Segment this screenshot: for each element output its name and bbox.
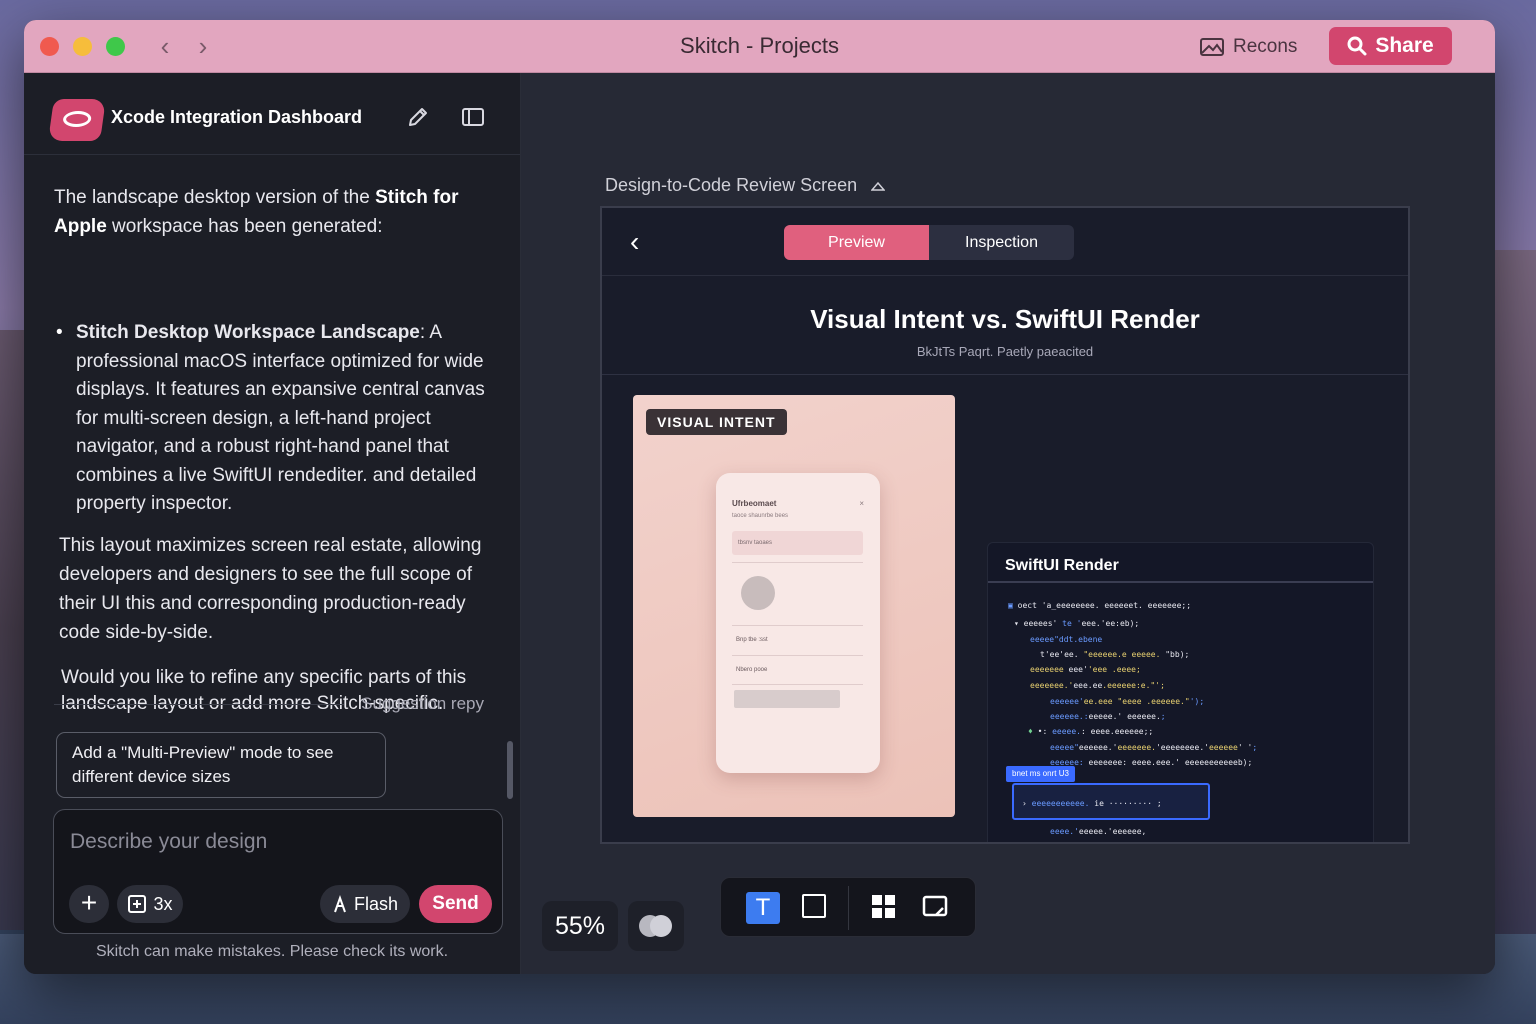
- app-window: ‹ › Skitch - Projects Recons Share Xcode…: [24, 20, 1495, 974]
- swiftui-render-panel[interactable]: SwiftUI Render ▣ oect 'a_eeeeeeee. eeeee…: [987, 542, 1374, 842]
- screen-frame[interactable]: ‹ Preview Inspection Visual Intent vs. S…: [600, 206, 1410, 844]
- project-title: Xcode Integration Dashboard: [111, 107, 363, 127]
- suggestion-divider: Suggestion repy: [54, 689, 484, 719]
- tab-inspection[interactable]: Inspection: [929, 225, 1074, 260]
- code-line: ▣ oect 'a_eeeeeeee. eeeeeet. eeeeeee;;: [1008, 601, 1192, 610]
- code-line: ♦ •: eeeee.: eeee.eeeeee;;: [1028, 727, 1154, 736]
- text-tool-icon[interactable]: T: [746, 892, 780, 924]
- disclaimer-text: Skitch can make mistakes. Please check i…: [95, 943, 449, 960]
- code-line: t'ee'ee. "eeeeee.e eeeee. "bb);: [1040, 650, 1190, 659]
- suggestion-label: Suggestion repy: [361, 694, 484, 713]
- prompt-composer[interactable]: Describe your design + 3x Flash Send: [53, 809, 503, 934]
- phone-button: [734, 690, 840, 708]
- plus-square-icon: [128, 895, 147, 913]
- phone-subtitle: taoce shaunrbe bees: [732, 513, 789, 519]
- pencil-icon[interactable]: [406, 105, 430, 129]
- assistant-message-intro: The landscape desktop version of the Sti…: [54, 187, 459, 237]
- multiplier-button[interactable]: 3x: [117, 885, 183, 923]
- phone-mockup: Ufrbeomaet taoce shaunrbe bees × tbsnv t…: [716, 473, 880, 773]
- visual-intent-badge: VISUAL INTENT: [646, 409, 787, 435]
- view-segmented-control: Preview Inspection: [784, 225, 1074, 260]
- phone-title: Ufrbeomaet: [732, 499, 777, 508]
- sidebar-scrollbar[interactable]: [507, 741, 513, 799]
- tab-preview[interactable]: Preview: [784, 225, 929, 260]
- divider: [602, 374, 1408, 375]
- phone-field: tbsnv taoaes: [732, 531, 863, 555]
- code-line: › eeeeeeeeeee. ie ········· ;: [1022, 799, 1162, 808]
- suggestion-chip[interactable]: Add a "Multi-Preview" mode to see differ…: [56, 732, 386, 798]
- frame-subtitle: BkJtTs Paqrt. Paetly paeacited: [916, 344, 1094, 359]
- canvas-toolbar: T: [720, 877, 976, 937]
- assistant-message-body: This layout maximizes screen real estate…: [59, 535, 482, 643]
- share-button[interactable]: Share: [1329, 27, 1452, 65]
- code-selection-box[interactable]: › eeeeeeeeeee. ie ········· ;: [1012, 783, 1210, 820]
- recons-label: Recons: [1233, 36, 1298, 57]
- share-label: Share: [1375, 34, 1434, 57]
- divider: [732, 655, 863, 656]
- envelope-icon: [1200, 38, 1224, 56]
- divider: [732, 684, 863, 685]
- divider: [732, 625, 863, 626]
- visual-intent-card[interactable]: VISUAL INTENT Ufrbeomaet taoce shaunrbe …: [633, 395, 955, 817]
- design-canvas[interactable]: Design-to-Code Review Screen ‹ Preview I…: [521, 73, 1495, 974]
- chat-sidebar: Xcode Integration Dashboard The landscap…: [24, 73, 521, 974]
- grid-icon[interactable]: [872, 895, 896, 919]
- zoom-level[interactable]: 55%: [542, 901, 618, 951]
- code-line: eeee.'eeeee.'eeeeee,: [1050, 827, 1147, 836]
- assistant-message-bullet: Stitch Desktop Workspace Landscape: A pr…: [54, 319, 494, 519]
- device-preview-icon[interactable]: [922, 894, 948, 920]
- title-bar: ‹ › Skitch - Projects Recons Share: [24, 20, 1495, 73]
- send-button[interactable]: Send: [419, 885, 492, 923]
- frame-tool-icon[interactable]: [802, 894, 826, 918]
- phone-row: Nbero pooe: [736, 667, 768, 673]
- toolbar-divider: [848, 886, 849, 930]
- swiftui-render-title: SwiftUI Render: [1005, 557, 1119, 574]
- code-line: eeeee"eeeeee.'eeeeeee.'eeeeeeee.'eeeeee'…: [1050, 743, 1258, 752]
- add-attachment-button[interactable]: +: [69, 885, 109, 923]
- phone-row: Bnp tbe :sst: [736, 637, 768, 643]
- search-icon: [1347, 36, 1367, 56]
- frame-header: ‹ Preview Inspection: [602, 208, 1408, 276]
- flash-model-button[interactable]: Flash: [320, 885, 410, 923]
- selection-tag: bnet ms onrt U3: [1006, 766, 1075, 782]
- frame-label[interactable]: Design-to-Code Review Screen: [605, 175, 886, 196]
- code-line: ▾ eeeees' te 'eee.'ee:eb);: [1014, 619, 1140, 628]
- code-line: eeeee"ddt.ebene: [1030, 635, 1103, 644]
- code-line: eeeeee'ee.eee "eeee .eeeeee."');: [1050, 697, 1205, 706]
- code-line: eeeeee.:eeeee.' eeeeee.;: [1050, 712, 1166, 721]
- plus-icon: +: [80, 887, 98, 918]
- circle-icon: [650, 915, 672, 937]
- flash-icon: [334, 895, 346, 913]
- sidebar-toggle-icon[interactable]: [461, 107, 485, 127]
- avatar: [741, 576, 775, 610]
- chevron-up-icon: [871, 181, 886, 191]
- divider: [988, 581, 1373, 583]
- prompt-input[interactable]: Describe your design: [70, 830, 267, 854]
- recons-button[interactable]: Recons: [1200, 35, 1297, 59]
- chevron-left-icon[interactable]: ‹: [630, 226, 639, 258]
- frame-title: Visual Intent vs. SwiftUI Render: [810, 304, 1200, 334]
- sidebar-header: Xcode Integration Dashboard: [24, 73, 520, 155]
- code-line: eeeeeee.'eee.ee.eeeeee:e."';: [1030, 681, 1165, 690]
- divider: [732, 562, 863, 563]
- app-logo: [48, 99, 106, 141]
- appearance-toggle[interactable]: [628, 901, 684, 951]
- close-icon: ×: [859, 499, 864, 508]
- code-line: eeeeeee eee''eee .eeee;: [1030, 665, 1141, 674]
- code-line: eeeeee: eeeeeee: eeee.eee.' eeeeeeeeeeeb…: [1050, 758, 1253, 767]
